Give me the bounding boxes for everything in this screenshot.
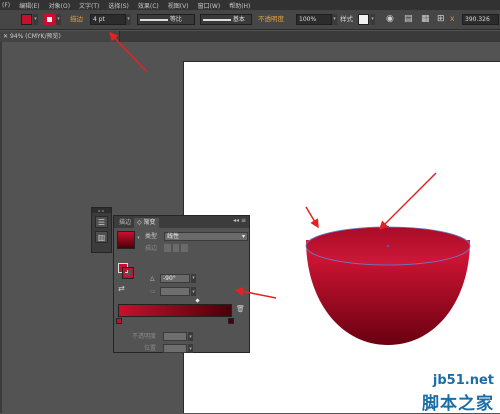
arrow-to-rim-left [305, 206, 319, 229]
annotation-arrows [108, 31, 437, 299]
watermark-name: 脚本之家 [422, 394, 494, 414]
watermark: jb51.net 脚本之家 [370, 368, 500, 414]
watermark-site: jb51.net [432, 373, 494, 388]
arrow-to-rim-center [378, 172, 437, 231]
arrow-to-stroke-weight [108, 31, 148, 73]
arrow-to-gradient-slider [234, 287, 277, 299]
